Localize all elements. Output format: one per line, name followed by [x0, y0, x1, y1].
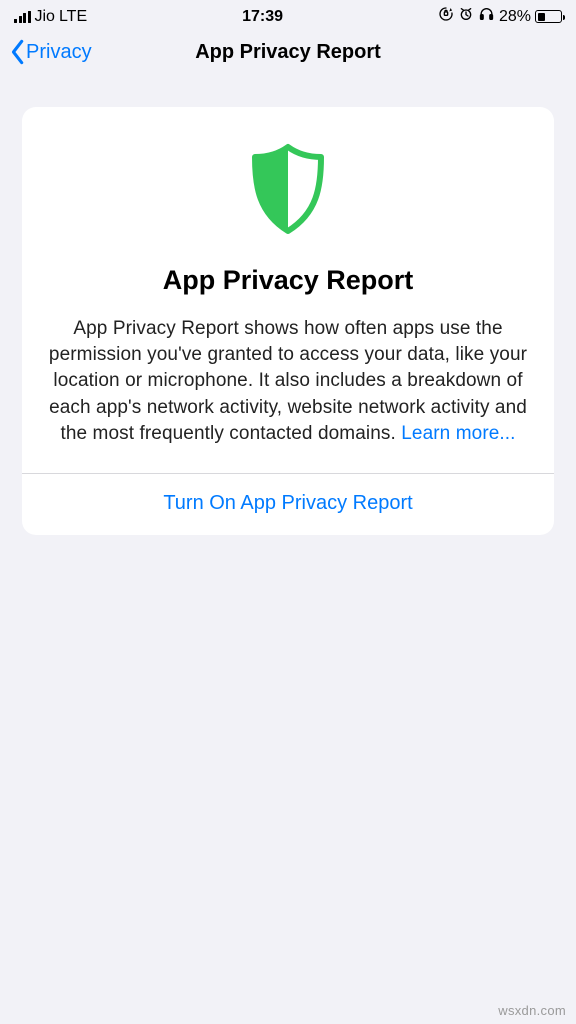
nav-bar: Privacy App Privacy Report	[0, 29, 576, 77]
carrier-label: Jio	[35, 8, 55, 26]
watermark: wsxdn.com	[498, 1003, 566, 1018]
status-right: 28%	[438, 6, 562, 27]
alarm-icon	[458, 6, 474, 27]
status-left: Jio LTE	[14, 8, 87, 26]
back-button[interactable]: Privacy	[8, 39, 92, 65]
clock: 17:39	[242, 8, 283, 26]
chevron-left-icon	[8, 39, 26, 65]
privacy-card: App Privacy Report App Privacy Report sh…	[22, 107, 554, 535]
network-label: LTE	[59, 8, 87, 26]
turn-on-button[interactable]: Turn On App Privacy Report	[22, 474, 554, 535]
status-bar: Jio LTE 17:39 28%	[0, 0, 576, 29]
back-label: Privacy	[26, 41, 92, 64]
battery-percent: 28%	[499, 8, 531, 26]
battery-icon	[535, 10, 562, 23]
shield-icon	[247, 143, 329, 235]
card-description: App Privacy Report shows how often apps …	[44, 316, 532, 447]
content-area: App Privacy Report App Privacy Report sh…	[0, 77, 576, 535]
card-body: App Privacy Report App Privacy Report sh…	[22, 107, 554, 473]
signal-icon	[14, 11, 31, 23]
learn-more-link[interactable]: Learn more...	[401, 423, 515, 444]
card-title: App Privacy Report	[44, 265, 532, 296]
headphones-icon	[478, 6, 495, 27]
orientation-lock-icon	[438, 6, 454, 27]
